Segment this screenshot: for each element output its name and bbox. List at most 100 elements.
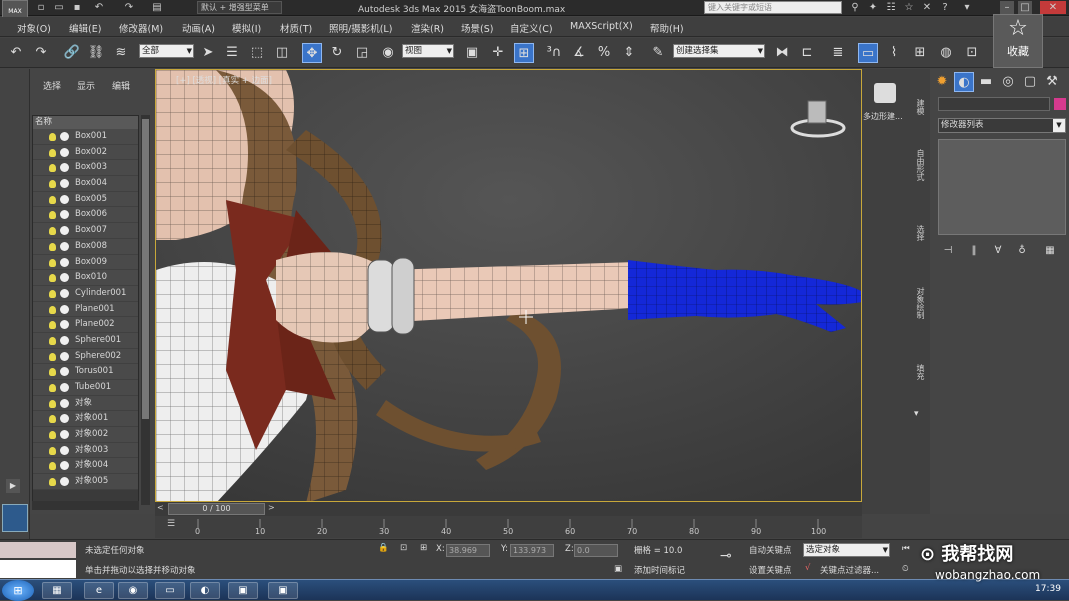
- menu-help[interactable]: 帮助(H): [650, 21, 684, 35]
- link-icon[interactable]: 🔗: [62, 43, 82, 63]
- object-color-swatch[interactable]: [1054, 98, 1066, 110]
- go-to-start-icon[interactable]: ⏮: [902, 544, 910, 554]
- visibility-icon[interactable]: [60, 257, 69, 267]
- help-icon[interactable]: ?: [938, 1, 952, 14]
- list-item[interactable]: 对象001: [33, 411, 138, 428]
- x-coordinate-field[interactable]: 38.969: [446, 544, 490, 557]
- more-icon[interactable]: ▾: [914, 409, 919, 419]
- list-item[interactable]: Box009: [33, 254, 138, 271]
- light-bulb-icon[interactable]: [49, 305, 56, 314]
- light-bulb-icon[interactable]: [49, 164, 56, 173]
- menu-rendering[interactable]: 渲染(R): [411, 21, 444, 35]
- light-bulb-icon[interactable]: [49, 227, 56, 236]
- list-item[interactable]: 对象002: [33, 427, 138, 443]
- taskbar-app-icon[interactable]: ▣: [228, 582, 258, 599]
- mirror-icon[interactable]: ⧓: [772, 43, 792, 63]
- tab-populate[interactable]: 填充: [914, 364, 926, 380]
- light-bulb-icon[interactable]: [49, 462, 56, 471]
- list-item[interactable]: Box005: [33, 191, 138, 208]
- column-header-name[interactable]: 名称: [33, 116, 138, 129]
- light-bulb-icon[interactable]: [49, 352, 56, 361]
- list-item[interactable]: Box002: [33, 144, 138, 161]
- light-bulb-icon[interactable]: [49, 384, 56, 392]
- visibility-icon[interactable]: [60, 445, 69, 455]
- list-item[interactable]: Sphere002: [33, 348, 138, 365]
- select-and-move-icon[interactable]: ✥: [302, 43, 322, 63]
- list-item[interactable]: Box007: [33, 223, 138, 239]
- menu-simulation[interactable]: 模拟(I): [232, 21, 261, 35]
- set-key-button[interactable]: 设置关键点: [749, 564, 792, 576]
- select-and-scale-icon[interactable]: ◲: [352, 43, 372, 63]
- tab-selection[interactable]: 选择: [914, 225, 926, 241]
- list-item[interactable]: 对象: [33, 395, 138, 412]
- modify-tab-icon[interactable]: ◐: [954, 72, 974, 92]
- slider-right-icon[interactable]: >: [268, 503, 275, 512]
- visibility-icon[interactable]: [60, 147, 69, 157]
- tab-modeling[interactable]: 建模: [914, 99, 926, 115]
- tab-edit[interactable]: 编辑: [112, 79, 130, 92]
- visibility-icon[interactable]: [60, 367, 69, 377]
- menu-scene[interactable]: 场景(S): [461, 21, 493, 35]
- spinner-snap-icon[interactable]: ⇕: [619, 43, 639, 63]
- redo-icon[interactable]: ↷: [31, 43, 51, 63]
- absolute-mode-icon[interactable]: ⊞: [420, 543, 427, 553]
- taskbar-app-icon[interactable]: ▦: [42, 582, 72, 599]
- list-item[interactable]: Sphere001: [33, 332, 138, 349]
- visibility-icon[interactable]: [60, 351, 69, 361]
- snaps-toggle-icon[interactable]: ³∩: [544, 43, 564, 63]
- time-slider[interactable]: 0 / 100: [168, 503, 265, 515]
- unlink-icon[interactable]: ⛓: [86, 43, 106, 63]
- visibility-icon[interactable]: [60, 226, 69, 236]
- percent-snap-icon[interactable]: %: [594, 43, 614, 63]
- menu-animation[interactable]: 动画(A): [182, 21, 215, 35]
- list-item[interactable]: Torus001: [33, 364, 138, 380]
- tab-object-paint[interactable]: 对象绘制: [914, 287, 926, 319]
- perspective-viewport[interactable]: [+] [透视] [真实 + 边面]: [155, 69, 862, 502]
- visibility-icon[interactable]: [60, 383, 69, 392]
- y-coordinate-field[interactable]: 133.973: [510, 544, 554, 557]
- taskbar-app-icon[interactable]: ◐: [190, 582, 220, 599]
- light-bulb-icon[interactable]: [49, 211, 56, 220]
- box-icon[interactable]: [874, 83, 896, 103]
- tab-display[interactable]: 显示: [77, 79, 95, 92]
- auto-key-button[interactable]: 自动关键点: [749, 544, 792, 556]
- visibility-icon[interactable]: [60, 430, 69, 440]
- slider-left-icon[interactable]: <: [157, 503, 164, 512]
- light-bulb-icon[interactable]: [49, 368, 56, 377]
- new-file-icon[interactable]: ▫: [34, 1, 48, 14]
- light-bulb-icon[interactable]: [49, 415, 56, 424]
- bind-spacewarp-icon[interactable]: ≋: [111, 43, 131, 63]
- manipulate-icon[interactable]: ✛: [488, 43, 508, 63]
- menu-maxscript[interactable]: MAXScript(X): [570, 21, 633, 32]
- light-bulb-icon[interactable]: [49, 274, 56, 283]
- list-item[interactable]: Box004: [33, 176, 138, 192]
- render-setup-icon[interactable]: ⊡: [962, 43, 982, 63]
- menu-object[interactable]: 对象(O): [17, 21, 51, 35]
- visibility-icon[interactable]: [60, 179, 69, 189]
- minimize-icon[interactable]: –: [1000, 1, 1014, 14]
- light-bulb-icon[interactable]: [49, 478, 56, 487]
- select-and-rotate-icon[interactable]: ↻: [327, 43, 347, 63]
- favorite-button[interactable]: ☆ 收藏: [993, 14, 1043, 68]
- light-bulb-icon[interactable]: [49, 336, 56, 345]
- key-icon[interactable]: ⊸: [720, 548, 732, 564]
- browser-icon[interactable]: e: [84, 582, 114, 599]
- menu-edit[interactable]: 编辑(E): [69, 21, 101, 35]
- redo-icon[interactable]: ↷: [122, 1, 136, 14]
- visibility-icon[interactable]: [60, 335, 69, 345]
- project-folder-icon[interactable]: ▤: [150, 1, 164, 14]
- help-dropdown-icon[interactable]: ▾: [960, 1, 974, 14]
- pin-stack-icon[interactable]: ⊣: [938, 241, 958, 261]
- expand-arrow-icon[interactable]: ▶: [6, 479, 20, 493]
- visibility-icon[interactable]: [60, 288, 69, 298]
- open-file-icon[interactable]: ▭: [52, 1, 66, 14]
- selection-filter-dropdown[interactable]: 全部 ▼: [139, 44, 194, 58]
- utilities-tab-icon[interactable]: ⚒: [1042, 72, 1062, 92]
- visibility-icon[interactable]: [60, 163, 69, 173]
- light-bulb-icon[interactable]: [49, 133, 56, 141]
- time-config-icon[interactable]: ⏲: [902, 564, 909, 574]
- search-icon[interactable]: ⚲: [848, 1, 862, 14]
- undo-icon[interactable]: ↶: [92, 1, 106, 14]
- folder-icon[interactable]: ▭: [155, 582, 185, 599]
- light-bulb-icon[interactable]: [49, 180, 56, 189]
